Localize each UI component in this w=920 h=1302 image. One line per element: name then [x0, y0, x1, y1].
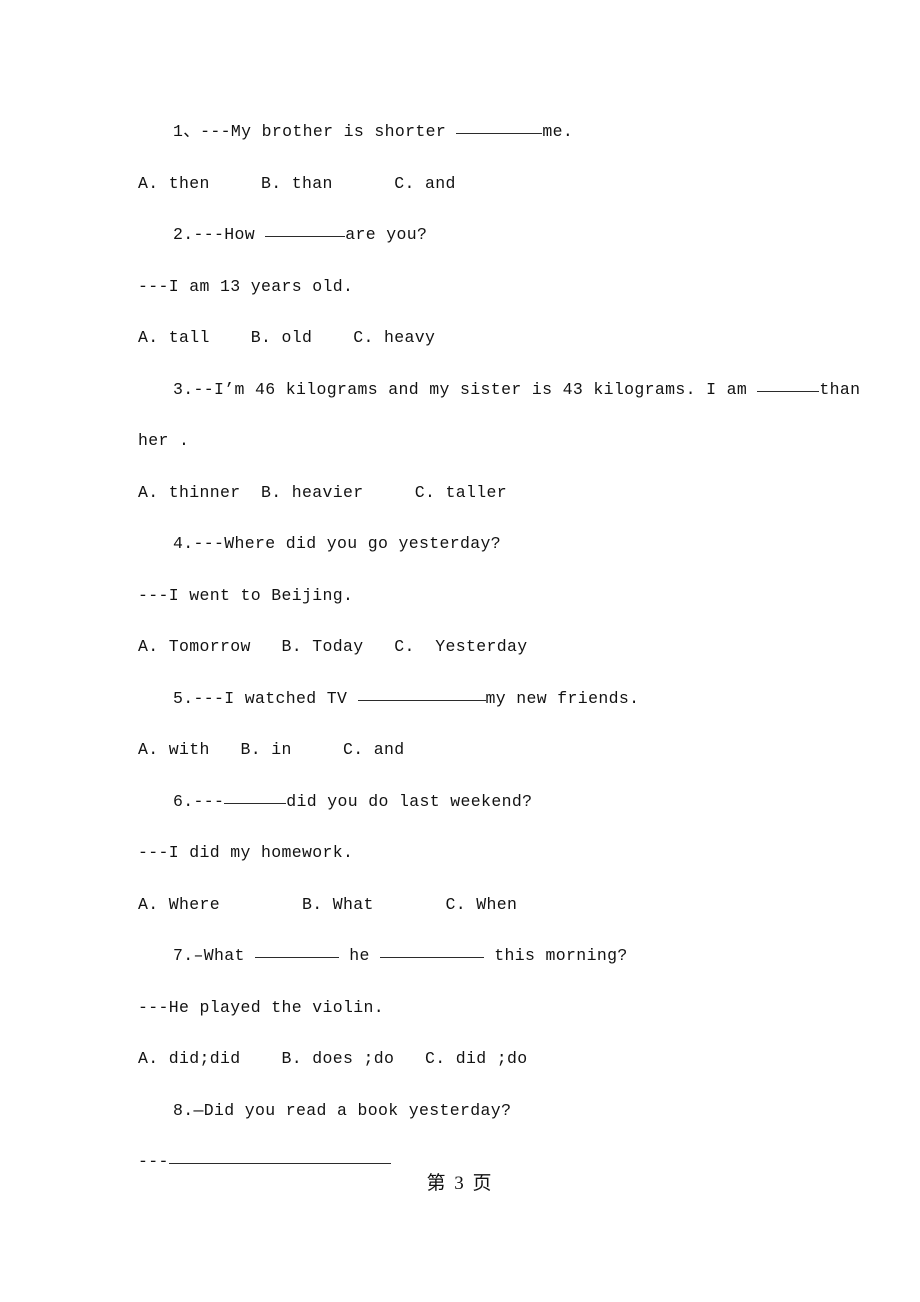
question-1-prompt: 1、---My brother is shorter me. [138, 106, 808, 158]
question-6-number: 6. [173, 791, 194, 811]
question-2-answer: ---I am 13 years old. [138, 276, 354, 296]
question-7-blank-2[interactable] [380, 944, 485, 958]
question-6-options[interactable]: A. Where B. What C. When [138, 879, 808, 931]
question-7-options[interactable]: A. did;did B. does ;do C. did ;do [138, 1033, 808, 1085]
question-4-text-before: ---Where did you go yesterday? [193, 534, 502, 553]
question-3-wrap: her . [138, 431, 190, 450]
question-2-prompt: 2.---How are you? [138, 209, 808, 261]
question-6-prompt: 6.--- did you do last weekend? [138, 776, 808, 828]
question-5-text-after: my new friends. [485, 688, 640, 708]
question-3-text-after: than [819, 379, 861, 399]
question-6-text-before: --- [193, 791, 225, 811]
question-7-number: 7. [173, 946, 194, 965]
question-7-text-after: this morning? [484, 946, 628, 965]
question-6-text-after: did you do last weekend? [286, 791, 533, 811]
question-5-blank[interactable] [357, 687, 486, 701]
question-3-number: 3. [173, 379, 194, 399]
question-2-text-before: ---How [193, 225, 266, 244]
question-7-text-middle: he [339, 946, 381, 965]
question-3-prompt: 3.--I’m 46 kilograms and my sister is 43… [138, 364, 860, 416]
question-6-answer: ---I did my homework. [138, 843, 354, 862]
document-page: 1、---My brother is shorter me. A. then B… [0, 0, 920, 1302]
question-4-number: 4. [173, 534, 194, 553]
question-3-text-before: --I’m 46 kilograms and my sister is 43 k… [193, 379, 758, 399]
question-1-blank[interactable] [456, 120, 543, 134]
question-2-options[interactable]: A. tall B. old C. heavy [138, 312, 808, 364]
question-5-number: 5. [173, 688, 194, 708]
question-1-text-before: ---My brother is shorter [200, 122, 457, 141]
page-footer: 第 3 页 [426, 1173, 494, 1194]
question-8-answer-blank[interactable] [168, 1150, 391, 1164]
question-2-text-after: are you? [345, 225, 428, 244]
question-3-options[interactable]: A. thinner B. heavier C. taller [138, 467, 808, 519]
question-8-prompt: 8.—Did you read a book yesterday? [138, 1085, 808, 1137]
question-list: 1、---My brother is shorter me. A. then B… [138, 106, 860, 1188]
question-3-blank[interactable] [757, 378, 820, 392]
question-6-blank[interactable] [224, 790, 287, 804]
question-1-options[interactable]: A. then B. than C. and [138, 158, 808, 210]
question-2-number: 2. [173, 225, 194, 244]
question-5-text-before: ---I watched TV [193, 688, 358, 708]
question-7-answer: ---He played the violin. [138, 997, 385, 1017]
question-4-prompt: 4.---Where did you go yesterday? [138, 518, 808, 570]
question-2-blank[interactable] [265, 223, 346, 237]
question-7-text-before: –What [193, 946, 256, 965]
question-1-number: 1、 [173, 122, 201, 141]
question-5-options[interactable]: A. with B. in C. and [138, 724, 808, 776]
question-4-options[interactable]: A. Tomorrow B. Today C. Yesterday [138, 621, 808, 673]
question-1-text-after: me. [542, 122, 574, 141]
question-7-prompt: 7.–What he this morning? [138, 930, 808, 982]
question-8-text-before: —Did you read a book yesterday? [193, 1100, 512, 1120]
question-8-number: 8. [173, 1100, 194, 1120]
question-7-blank-1[interactable] [255, 944, 340, 958]
question-4-answer: ---I went to Beijing. [138, 585, 354, 605]
question-5-prompt: 5.---I watched TV my new friends. [138, 673, 808, 725]
